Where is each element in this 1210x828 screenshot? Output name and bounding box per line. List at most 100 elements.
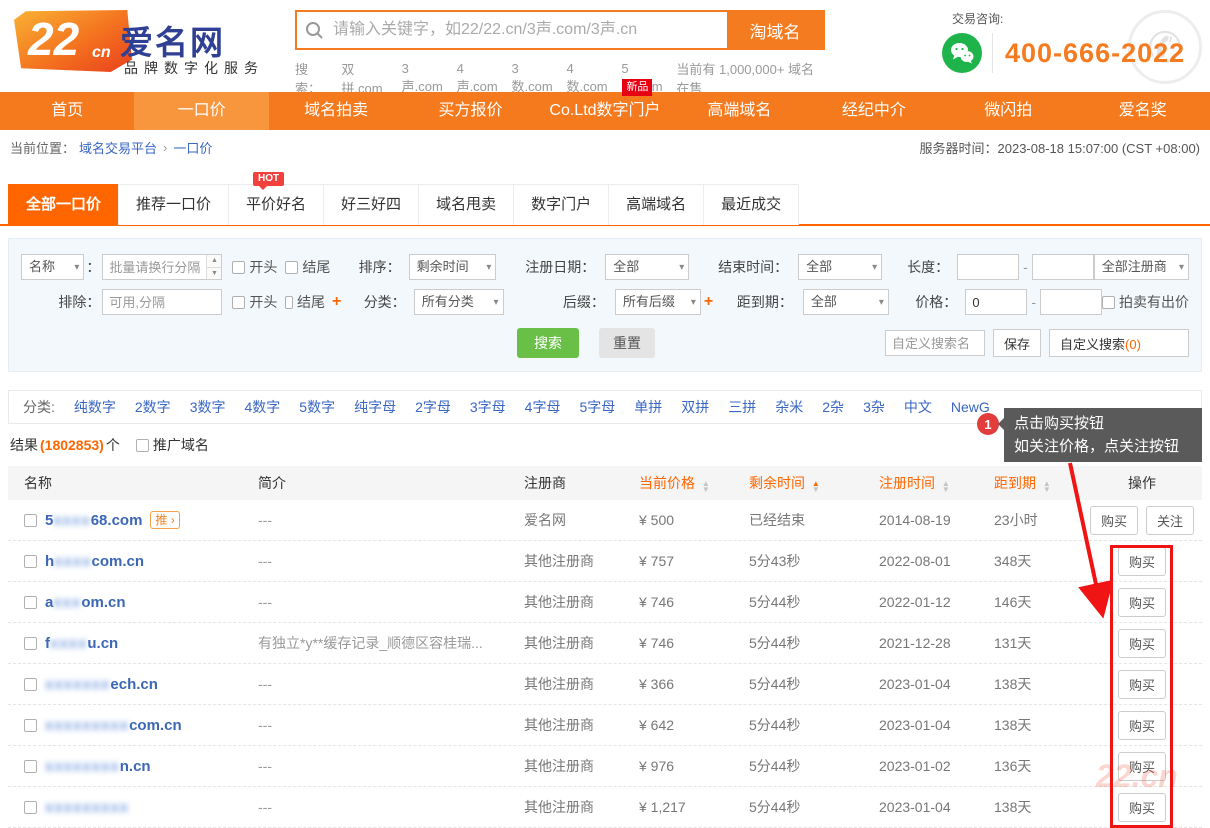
nav-item-award[interactable]: 爱名奖: [1076, 92, 1210, 130]
cat-5letter[interactable]: 5字母: [579, 397, 615, 417]
wechat-icon[interactable]: [942, 33, 982, 73]
row-checkbox[interactable]: [24, 801, 37, 814]
nav-item-buyer-offer[interactable]: 买方报价: [403, 92, 537, 130]
breadcrumb-root-link[interactable]: 域名交易平台: [79, 138, 157, 157]
reset-button[interactable]: 重置: [599, 328, 655, 358]
name-field-select[interactable]: 名称▾: [21, 254, 84, 280]
cat-pure-digit[interactable]: 纯数字: [74, 397, 116, 417]
row-checkbox[interactable]: [24, 514, 37, 527]
tab-digital-portal[interactable]: 数字门户: [513, 184, 609, 225]
add-suffix-button[interactable]: +: [704, 293, 713, 311]
cat-4digit[interactable]: 4数字: [244, 397, 280, 417]
nav-item-auction[interactable]: 域名拍卖: [269, 92, 403, 130]
buy-button[interactable]: 购买: [1118, 547, 1166, 576]
buy-button[interactable]: 购买: [1118, 793, 1166, 822]
hot-link[interactable]: 4声.com: [457, 61, 501, 95]
domain-link[interactable]: xxxxxxxxn.cn: [45, 758, 151, 775]
domain-link[interactable]: hxxxxcom.cn: [45, 553, 144, 570]
row-checkbox[interactable]: [24, 555, 37, 568]
cat-3mixed[interactable]: 3杂: [863, 397, 885, 417]
nav-item-home[interactable]: 首页: [0, 92, 134, 130]
col-remaining-sort[interactable]: 剩余时间 ▲▼: [749, 473, 879, 493]
class-select[interactable]: 所有分类▾: [414, 289, 504, 315]
buy-button[interactable]: 购买: [1118, 711, 1166, 740]
cat-3digit[interactable]: 3数字: [190, 397, 226, 417]
domain-link[interactable]: axxxom.cn: [45, 594, 126, 611]
exclude-ends-checkbox[interactable]: 结尾+: [285, 292, 341, 312]
nav-item-broker[interactable]: 经纪中介: [807, 92, 941, 130]
promoted-domains-checkbox[interactable]: 推广域名: [136, 435, 209, 455]
hot-link[interactable]: 4数.com: [566, 61, 610, 95]
exclude-input[interactable]: [102, 289, 222, 315]
endtime-select[interactable]: 全部▾: [798, 254, 882, 280]
domain-link[interactable]: fxxxxu.cn: [45, 635, 118, 652]
nav-item-coltd[interactable]: Co.Ltd数字门户 新品: [538, 92, 672, 130]
col-expire-sort[interactable]: 距到期 ▲▼: [994, 473, 1082, 493]
tab-recommended[interactable]: 推荐一口价: [118, 184, 229, 225]
cat-5digit[interactable]: 5数字: [299, 397, 335, 417]
tab-premium[interactable]: 高端域名: [608, 184, 704, 225]
col-regdate-sort[interactable]: 注册时间 ▲▼: [879, 473, 994, 493]
buy-button[interactable]: 购买: [1118, 752, 1166, 781]
site-logo[interactable]: 22 cn 爱名网 品牌数字化服务: [12, 6, 292, 84]
cat-2digit[interactable]: 2数字: [135, 397, 171, 417]
regdate-select[interactable]: 全部▾: [605, 254, 689, 280]
nav-item-buy-now[interactable]: 一口价: [134, 92, 268, 130]
price-max-input[interactable]: [1040, 289, 1102, 315]
save-button[interactable]: 保存: [993, 329, 1041, 357]
row-checkbox[interactable]: [24, 678, 37, 691]
cat-chinese[interactable]: 中文: [904, 397, 932, 417]
cat-triple-pinyin[interactable]: 三拼: [728, 397, 756, 417]
cat-double-pinyin[interactable]: 双拼: [681, 397, 709, 417]
hot-link[interactable]: 3声.com: [402, 61, 446, 95]
cat-3letter[interactable]: 3字母: [470, 397, 506, 417]
domain-link[interactable]: 5xxxx68.com: [45, 512, 142, 529]
custom-search-name-input[interactable]: [885, 330, 985, 356]
length-max-input[interactable]: [1032, 254, 1094, 280]
tab-clearance[interactable]: 域名甩卖: [418, 184, 514, 225]
row-checkbox[interactable]: [24, 596, 37, 609]
buy-button[interactable]: 购买: [1118, 670, 1166, 699]
tab-bargain-names[interactable]: 平价好名 HOT: [228, 184, 324, 225]
expire-select[interactable]: 全部▾: [803, 289, 889, 315]
follow-button[interactable]: 关注: [1146, 506, 1194, 535]
tab-recent-deals[interactable]: 最近成交: [703, 184, 799, 225]
search-input[interactable]: [331, 20, 727, 40]
cat-2mixed[interactable]: 2杂: [822, 397, 844, 417]
ends-with-checkbox[interactable]: 结尾: [285, 257, 337, 277]
starts-with-checkbox[interactable]: 开头: [232, 257, 277, 277]
cat-4letter[interactable]: 4字母: [525, 397, 561, 417]
cat-2letter[interactable]: 2字母: [415, 397, 451, 417]
add-exclude-button[interactable]: +: [332, 293, 341, 311]
auction-bid-checkbox[interactable]: 拍卖有出价: [1102, 292, 1189, 312]
buy-button[interactable]: 购买: [1118, 588, 1166, 617]
breadcrumb-current[interactable]: 一口价: [173, 138, 212, 157]
exclude-starts-checkbox[interactable]: 开头: [232, 292, 277, 312]
sort-select[interactable]: 剩余时间▾: [409, 254, 497, 280]
length-min-input[interactable]: [957, 254, 1019, 280]
buy-button[interactable]: 购买: [1090, 506, 1138, 535]
batch-keyword-input[interactable]: [102, 254, 222, 280]
tab-three-four[interactable]: 好三好四: [323, 184, 419, 225]
search-button[interactable]: 搜索: [517, 328, 579, 358]
cat-mixed[interactable]: 杂米: [775, 397, 803, 417]
custom-search-list-button[interactable]: 自定义搜索(0): [1049, 329, 1189, 357]
tab-all-buy-now[interactable]: 全部一口价: [8, 184, 119, 225]
row-checkbox[interactable]: [24, 760, 37, 773]
buy-button[interactable]: 购买: [1118, 629, 1166, 658]
domain-link[interactable]: xxxxxxxech.cn: [45, 676, 158, 693]
row-checkbox[interactable]: [24, 637, 37, 650]
domain-link[interactable]: xxxxxxxxxcom.cn: [45, 717, 182, 734]
suffix-select[interactable]: 所有后缀▾: [615, 289, 701, 315]
col-price-sort[interactable]: 当前价格 ▲▼: [639, 473, 749, 493]
search-domain-button[interactable]: 淘域名: [727, 12, 823, 48]
row-checkbox[interactable]: [24, 719, 37, 732]
nav-item-premium[interactable]: 高端域名: [672, 92, 806, 130]
cat-pure-letter[interactable]: 纯字母: [354, 397, 396, 417]
nav-item-flash-auction[interactable]: 微闪拍: [941, 92, 1075, 130]
domain-link[interactable]: xxxxxxxxx: [45, 799, 129, 816]
cat-single-pinyin[interactable]: 单拼: [634, 397, 662, 417]
registrar-select[interactable]: 全部注册商▾: [1094, 254, 1189, 280]
price-min-input[interactable]: [965, 289, 1027, 315]
hot-link[interactable]: 3数.com: [512, 61, 556, 95]
